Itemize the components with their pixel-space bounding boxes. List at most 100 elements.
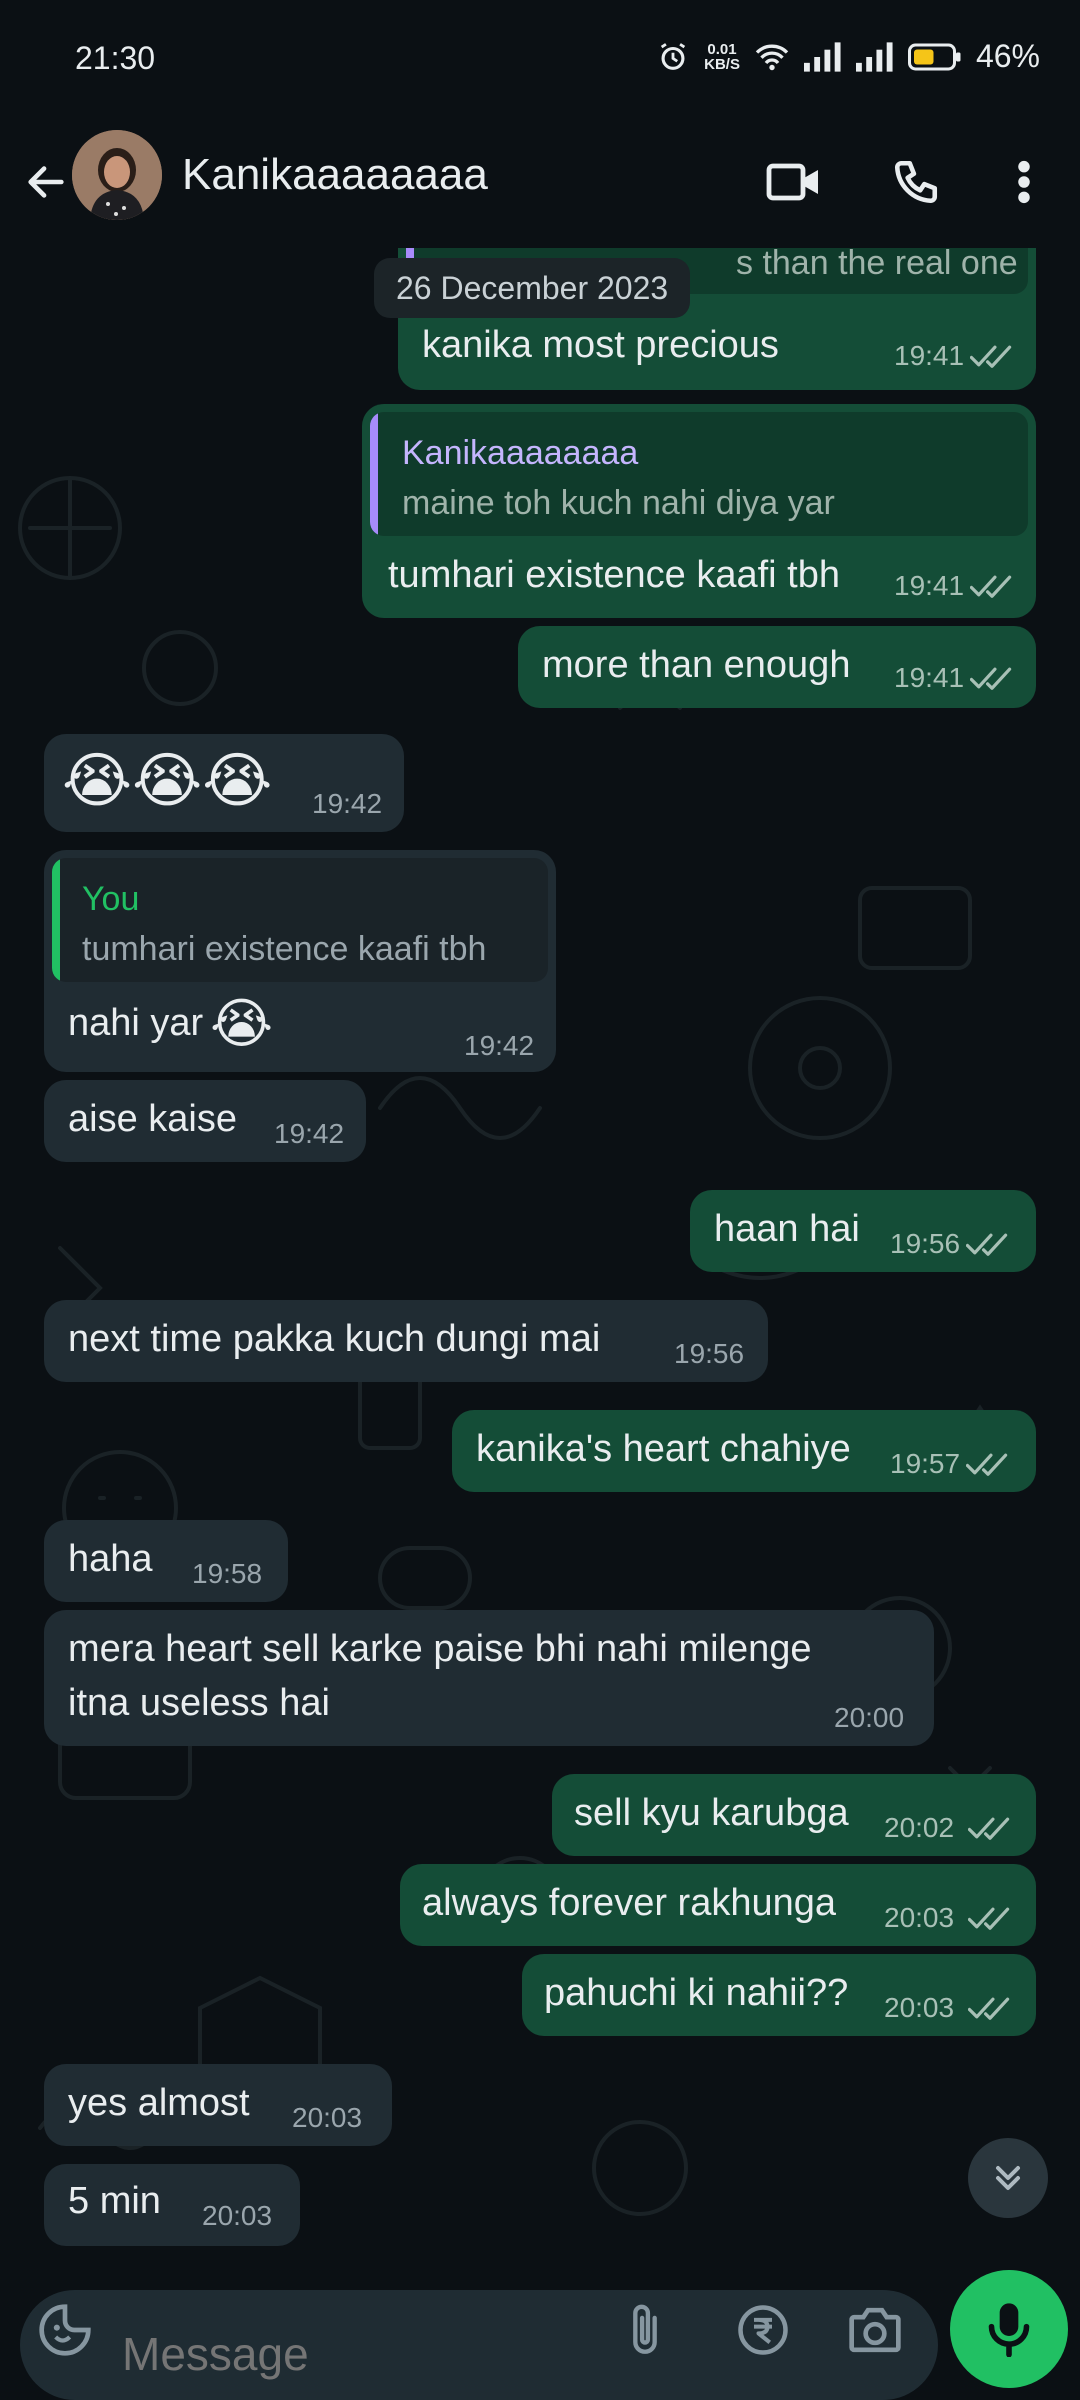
message-bubble-in[interactable]: next time pakka kuch dungi mai 19:56 — [44, 1300, 768, 1382]
reply-quote-author: Kanikaaaaaaaa — [402, 434, 639, 472]
read-ticks-icon — [966, 1233, 1008, 1256]
signal-1-icon — [803, 41, 841, 72]
camera-button[interactable] — [840, 2295, 910, 2365]
message-text: sell kyu karubga — [574, 1792, 849, 1834]
message-time: 20:03 — [884, 1992, 955, 2023]
more-options-icon — [1018, 160, 1030, 204]
back-arrow-icon — [28, 166, 64, 198]
reply-quote-bar — [370, 412, 378, 536]
message-text: always forever rakhunga — [422, 1882, 836, 1924]
message-text: haan hai — [714, 1208, 860, 1250]
read-ticks-icon — [970, 575, 1012, 598]
voice-message-button[interactable] — [950, 2270, 1068, 2388]
message-bubble-in[interactable]: yes almost 20:03 — [44, 2064, 392, 2146]
scroll-to-bottom-button[interactable] — [968, 2138, 1048, 2218]
message-time: 19:41 — [894, 662, 965, 693]
message-bubble-out[interactable]: kanika's heart chahiye 19:57 — [452, 1410, 1036, 1492]
message-bubble-out[interactable]: always forever rakhunga 20:03 — [400, 1864, 1036, 1946]
voice-call-icon — [894, 160, 938, 204]
net-speed-value: 0.01 — [707, 40, 737, 58]
more-options-button[interactable] — [992, 150, 1056, 214]
message-time: 20:03 — [202, 2200, 273, 2231]
message-text: 5 min — [68, 2180, 161, 2222]
message-input[interactable] — [120, 2326, 604, 2382]
payment-button[interactable] — [728, 2295, 798, 2365]
message-time: 20:03 — [292, 2102, 363, 2133]
read-ticks-icon — [966, 1453, 1008, 1476]
back-button[interactable] — [16, 152, 76, 212]
message-time: 19:41 — [894, 340, 965, 371]
message-bubble-out[interactable]: Kanikaaaaaaaa maine toh kuch nahi diya y… — [362, 404, 1036, 618]
reply-quote-text: maine toh kuch nahi diya yar — [402, 484, 835, 522]
reply-quote-text: s than the real one — [736, 248, 1018, 282]
sticker-button[interactable] — [30, 2295, 100, 2365]
chat-messages[interactable]: s than the real one kanika most precious… — [0, 248, 1080, 2280]
emoji-message: 😭😭😭 — [62, 747, 273, 814]
message-bubble-in[interactable]: 5 min 20:03 — [44, 2164, 300, 2246]
message-text: kanika's heart chahiye — [476, 1428, 851, 1470]
attach-button[interactable] — [610, 2295, 680, 2365]
message-time: 19:42 — [312, 788, 383, 819]
net-speed-unit: KB/S — [704, 55, 740, 73]
read-ticks-icon — [968, 1997, 1010, 2020]
message-time: 19:56 — [674, 1338, 745, 1369]
message-time: 19:41 — [894, 570, 965, 601]
message-bubble-in[interactable]: mera heart sell karke paise bhi nahi mil… — [44, 1610, 934, 1746]
message-time: 19:58 — [192, 1558, 263, 1589]
payment-rupee-icon — [738, 2305, 788, 2355]
status-icons: 0.01 KB/S 46% — [656, 38, 1040, 75]
read-ticks-icon — [968, 1817, 1010, 1840]
avatar-photo — [72, 130, 162, 220]
reply-quote-author: You — [82, 880, 140, 918]
status-bar: 21:30 0.01 KB/S 46% — [0, 0, 1080, 124]
message-time: 20:02 — [884, 1812, 955, 1843]
message-time: 19:42 — [464, 1030, 535, 1061]
message-bubble-in[interactable]: 😭😭😭 19:42 — [44, 734, 404, 832]
reply-quote[interactable]: You tumhari existence kaafi tbh — [52, 858, 548, 982]
message-time: 19:57 — [890, 1448, 961, 1479]
message-text: tumhari existence kaafi tbh — [388, 554, 841, 596]
reply-quote-bar — [52, 858, 60, 982]
message-text-line-1: mera heart sell karke paise bhi nahi mil… — [68, 1628, 812, 1670]
network-speed: 0.01 KB/S — [704, 42, 740, 72]
date-chip: 26 December 2023 — [374, 258, 691, 318]
reply-quote[interactable]: Kanikaaaaaaaa maine toh kuch nahi diya y… — [370, 412, 1028, 536]
alarm-icon — [660, 42, 686, 70]
video-call-icon — [766, 163, 818, 201]
sticker-icon — [39, 2304, 91, 2356]
message-bubble-in[interactable]: haha 19:58 — [44, 1520, 288, 1602]
voice-call-button[interactable] — [884, 150, 948, 214]
battery-percent: 46% — [975, 38, 1040, 74]
read-ticks-icon — [970, 345, 1012, 368]
message-bubble-out[interactable]: sell kyu karubga 20:02 — [552, 1774, 1036, 1856]
message-bubble-in[interactable]: aise kaise 19:42 — [44, 1080, 366, 1162]
message-time: 20:03 — [884, 1902, 955, 1933]
message-bubble-out[interactable]: pahuchi ki nahii?? 20:03 — [522, 1954, 1036, 2036]
message-time: 20:00 — [834, 1702, 905, 1733]
message-bubble-out[interactable]: more than enough 19:41 — [518, 626, 1036, 708]
message-time: 19:42 — [274, 1118, 345, 1149]
message-bubble-out[interactable]: haan hai 19:56 — [690, 1190, 1036, 1272]
message-text: pahuchi ki nahii?? — [544, 1972, 849, 2014]
avatar[interactable] — [72, 130, 162, 220]
camera-icon — [849, 2307, 901, 2353]
message-text: haha — [68, 1538, 153, 1580]
message-bubble-in[interactable]: You tumhari existence kaafi tbh nahi yar… — [44, 850, 556, 1072]
message-text: nahi yar — [68, 1002, 204, 1044]
crying-emoji: 😭 — [210, 994, 274, 1054]
wifi-icon — [755, 44, 789, 70]
message-text: kanika most precious — [422, 324, 779, 366]
contact-name[interactable]: Kanikaaaaaaaa — [182, 150, 488, 200]
reply-quote-text: tumhari existence kaafi tbh — [82, 930, 487, 968]
message-text: more than enough — [542, 644, 851, 686]
message-text-line-2: itna useless hai — [68, 1682, 330, 1724]
status-time: 21:30 — [75, 40, 156, 76]
message-text: yes almost — [68, 2082, 250, 2124]
battery-icon — [907, 43, 961, 70]
mic-icon — [988, 2303, 1030, 2357]
message-text: next time pakka kuch dungi mai — [68, 1318, 601, 1360]
double-chevron-down-icon — [996, 2166, 1020, 2190]
video-call-button[interactable] — [762, 150, 826, 214]
message-text: aise kaise — [68, 1098, 237, 1140]
signal-2-icon — [855, 41, 893, 72]
